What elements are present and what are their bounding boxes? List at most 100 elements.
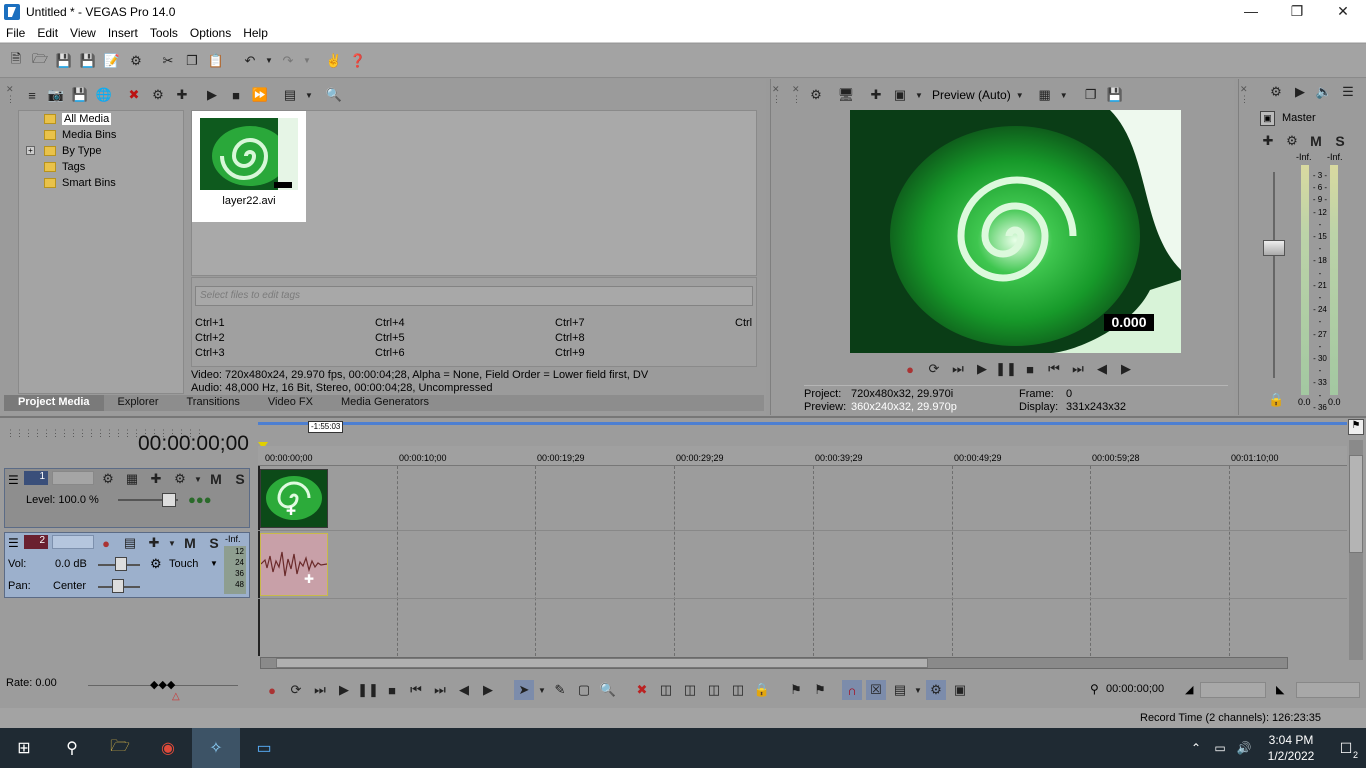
chrome-icon[interactable]: ◉	[144, 728, 192, 768]
save-as-icon[interactable]: 💾	[78, 51, 98, 71]
lock-envelopes-icon[interactable]: ⚙	[926, 680, 946, 700]
track2-solo-button[interactable]: S	[204, 533, 224, 553]
pan-slider-handle[interactable]	[112, 579, 124, 593]
delete-icon[interactable]: ✖	[632, 680, 652, 700]
audio-clip[interactable]	[260, 533, 328, 596]
trim-start-icon[interactable]: ◫	[680, 680, 700, 700]
panel-grip[interactable]: ✕ ⋮	[1240, 84, 1249, 104]
tab-project-media[interactable]: Project Media	[4, 395, 104, 411]
trim-end-icon[interactable]: ◫	[704, 680, 724, 700]
clock[interactable]: 3:04 PM 1/2/2022	[1256, 732, 1326, 764]
track-name-field[interactable]	[52, 471, 94, 485]
close-button[interactable]: ✕	[1320, 0, 1366, 23]
split-dropdown-icon[interactable]: ▼	[914, 85, 924, 105]
split-screen-icon[interactable]: ▣	[890, 85, 910, 105]
tree-item-all-media[interactable]: All Media	[44, 111, 112, 126]
prev-frame-icon[interactable]: ◀	[1092, 359, 1112, 379]
mixer-icon[interactable]: ☰	[1338, 82, 1358, 102]
stop-preview-icon[interactable]: ■	[226, 85, 246, 105]
compositing-mode-icon[interactable]: ✚	[146, 469, 166, 489]
copy-snapshot-icon[interactable]: ❐	[1081, 85, 1101, 105]
auto-crossfade-icon[interactable]: ☒	[866, 680, 886, 700]
track1-solo-button[interactable]: S	[230, 469, 250, 489]
start-menu-icon[interactable]: ⊞	[0, 728, 48, 768]
import-media-icon[interactable]: ≡	[22, 85, 42, 105]
lock-icon[interactable]: 🔒	[752, 680, 772, 700]
maximize-button[interactable]: ❐	[1274, 0, 1320, 23]
master-fader-handle[interactable]	[1263, 240, 1285, 256]
stop-icon[interactable]: ■	[1020, 359, 1040, 379]
shortcut-ctrl[interactable]: Ctrl	[735, 317, 752, 329]
track-fx-icon[interactable]: ▦	[122, 469, 142, 489]
compositing-settings-icon[interactable]: ⚙	[170, 469, 190, 489]
menu-edit[interactable]: Edit	[31, 26, 64, 40]
go-to-end-icon[interactable]: ⏭	[1068, 359, 1088, 379]
volume-icon[interactable]: 🔊	[1232, 728, 1256, 768]
undo-dropdown-icon[interactable]: ▼	[264, 51, 274, 71]
tree-item-by-type[interactable]: By Type	[44, 143, 102, 158]
next-frame-icon[interactable]: ▶	[478, 680, 498, 700]
shortcut-ctrl8[interactable]: Ctrl+8	[555, 332, 585, 344]
master-mute-button[interactable]: M	[1306, 131, 1326, 151]
insert-region-icon[interactable]: ⚑	[810, 680, 830, 700]
cursor-time[interactable]: 00:00:00;00	[1106, 683, 1164, 695]
new-icon[interactable]: 🗎	[6, 51, 26, 71]
automation-mode-icon[interactable]: ⚙	[150, 556, 162, 572]
redo-icon[interactable]: ↷	[278, 51, 298, 71]
level-slider-handle[interactable]	[162, 493, 176, 507]
selection-tool-icon[interactable]: ▢	[574, 680, 594, 700]
search-icon[interactable]: 🔍	[324, 85, 344, 105]
next-frame-icon[interactable]: ▶	[1116, 359, 1136, 379]
overlays-dropdown-icon[interactable]: ▼	[1059, 85, 1069, 105]
composite-child-icon[interactable]: ●●●	[188, 492, 212, 507]
split-icon[interactable]: ◫	[728, 680, 748, 700]
snapping-icon[interactable]: ∩	[842, 680, 862, 700]
render-icon[interactable]: 📝	[102, 51, 122, 71]
video-fx-icon[interactable]: ✚	[866, 85, 886, 105]
prev-frame-icon[interactable]: ◀	[454, 680, 474, 700]
open-icon[interactable]: 🗁	[30, 51, 50, 71]
arm-record-icon[interactable]: ●	[96, 533, 116, 553]
track-collapse-icon[interactable]: ☰	[8, 473, 19, 487]
go-to-start-icon[interactable]: ⏮	[406, 680, 426, 700]
overlays-icon[interactable]: ▦	[1035, 85, 1055, 105]
pause-icon[interactable]: ❚❚	[995, 359, 1017, 379]
track-name-field[interactable]	[52, 535, 94, 549]
loop-icon[interactable]: ⟳	[924, 359, 944, 379]
master-fx-icon[interactable]: ✚	[1258, 131, 1278, 151]
tree-item-tags[interactable]: Tags	[44, 159, 85, 174]
timeline-timecode[interactable]: 00:00:00;00	[138, 432, 249, 456]
normal-edit-tool-icon[interactable]: ➤	[514, 680, 534, 700]
tab-transitions[interactable]: Transitions	[173, 395, 254, 411]
edit-details-icon[interactable]: ✌	[324, 51, 344, 71]
master-solo-button[interactable]: S	[1330, 131, 1350, 151]
loop-icon[interactable]: ⟳	[286, 680, 306, 700]
media-fx-icon[interactable]: ✚	[172, 85, 192, 105]
marker-toggle-icon[interactable]: ⚑	[1348, 419, 1364, 435]
edit-tool-dropdown-icon[interactable]: ▼	[538, 680, 546, 700]
go-to-start-icon[interactable]: ⏮	[1044, 359, 1064, 379]
master-properties-icon[interactable]: ⚙	[1266, 82, 1286, 102]
fx-dropdown-icon[interactable]: ▼	[168, 533, 176, 553]
external-monitor-icon[interactable]: 🖥	[836, 85, 856, 105]
panel-grip[interactable]: ✕ ⋮	[792, 84, 801, 104]
ripple-dropdown-icon[interactable]: ▼	[914, 680, 922, 700]
track-collapse-icon[interactable]: ☰	[8, 536, 19, 550]
trim-icon[interactable]: ◫	[656, 680, 676, 700]
selection-length-field[interactable]	[1296, 682, 1360, 698]
get-media-icon[interactable]: 💾	[70, 85, 90, 105]
undo-icon[interactable]: ↶	[240, 51, 260, 71]
tree-item-media-bins[interactable]: Media Bins	[44, 127, 116, 142]
loop-marker[interactable]: -1:55:03	[308, 421, 344, 433]
capture-icon[interactable]: 📷	[46, 85, 66, 105]
network-icon[interactable]: ▭	[1208, 728, 1232, 768]
lock-icon[interactable]: 🔒	[1268, 392, 1284, 408]
tab-media-generators[interactable]: Media Generators	[327, 395, 443, 411]
video-clip[interactable]	[260, 469, 328, 528]
menu-insert[interactable]: Insert	[102, 26, 144, 40]
loop-region-bar[interactable]	[258, 422, 1347, 425]
selection-start-field[interactable]	[1200, 682, 1266, 698]
scrollbar-thumb[interactable]	[276, 658, 928, 668]
paste-icon[interactable]: 📋	[206, 51, 226, 71]
downmix-icon[interactable]: ▶	[1290, 82, 1310, 102]
